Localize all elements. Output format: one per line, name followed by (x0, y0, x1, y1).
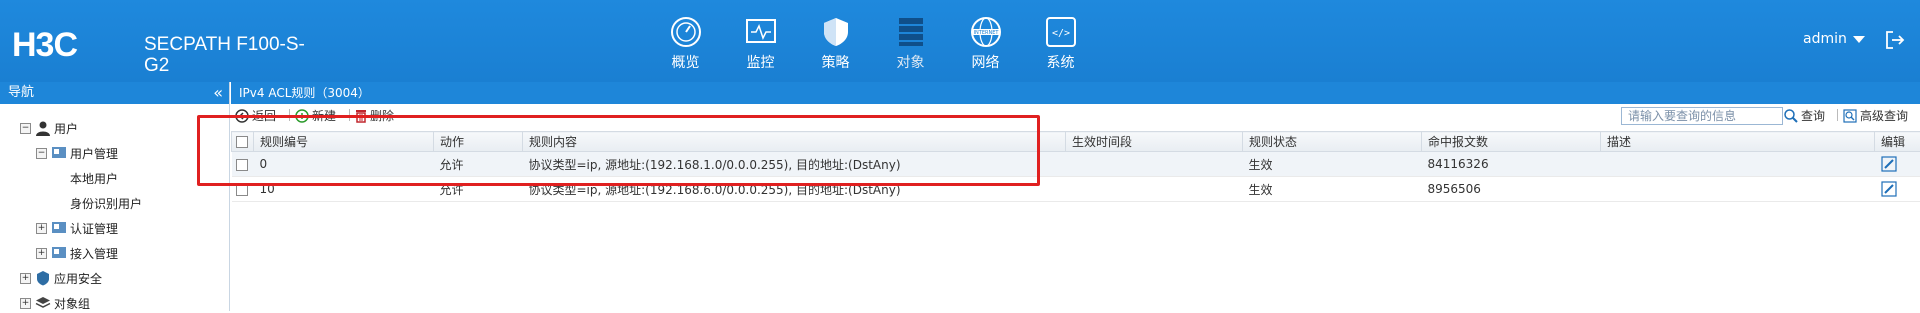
rule-time-range (1066, 152, 1243, 177)
edit-icon[interactable] (1881, 156, 1897, 172)
query-button[interactable]: 查询 (1784, 107, 1825, 124)
product-name: SECPATH F100-S- G2 (144, 34, 305, 76)
user-menu[interactable]: admin (1803, 31, 1865, 47)
expand-toggle-icon[interactable]: + (36, 248, 47, 259)
column-header[interactable]: 描述 (1601, 132, 1875, 152)
toolbar-divider (1837, 109, 1838, 121)
rule-time-range (1066, 177, 1243, 202)
svg-text:</>: </> (1051, 28, 1069, 39)
code-icon: </> (1045, 16, 1077, 48)
nav-monitor[interactable]: 监控 (723, 16, 798, 78)
app-security-icon (35, 270, 51, 286)
dashboard-icon (670, 16, 702, 48)
collapse-toggle-icon[interactable]: − (36, 148, 47, 159)
column-header: 编辑 (1875, 132, 1920, 152)
sidebar-item-local-users[interactable]: 本地用户 (70, 168, 118, 188)
rule-status: 生效 (1243, 152, 1422, 177)
edit-cell (1875, 152, 1920, 177)
rule-hit-count: 8956506 (1422, 177, 1601, 202)
chevron-down-icon (1853, 36, 1865, 43)
advanced-query-button[interactable]: 高级查询 (1843, 107, 1908, 124)
nav-objects[interactable]: 对象 (873, 16, 948, 78)
rule-description (1601, 177, 1875, 202)
objects-icon (895, 16, 927, 48)
svg-text:H3C: H3C (12, 28, 77, 60)
nav-sidebar: 导航 « − 用户 − 用户管理 本地用户 身份识别用户 + 认证管理 + 接入… (0, 82, 230, 311)
column-header[interactable]: 生效时间段 (1066, 132, 1243, 152)
sidebar-header: 导航 « (0, 82, 229, 104)
sidebar-item-users[interactable]: − 用户 (20, 118, 78, 138)
sidebar-item-user-management[interactable]: − 用户管理 (36, 143, 118, 163)
logout-icon[interactable] (1885, 30, 1905, 50)
nav-policy[interactable]: 策略 (798, 16, 873, 78)
user-management-icon (51, 145, 67, 161)
access-icon (51, 245, 67, 261)
nav-overview[interactable]: 概览 (648, 16, 723, 78)
edit-cell (1875, 177, 1920, 202)
nav-system[interactable]: </> 系统 (1023, 16, 1098, 78)
rule-hit-count: 84116326 (1422, 152, 1601, 177)
h3c-logo: H3C (12, 28, 130, 60)
auth-icon (51, 220, 67, 236)
user-icon (35, 120, 51, 136)
sidebar-item-app-security[interactable]: + 应用安全 (20, 268, 102, 288)
highlight-box (197, 115, 1040, 186)
expand-toggle-icon[interactable]: + (20, 298, 31, 309)
shield-icon (820, 16, 852, 48)
edit-icon[interactable] (1881, 181, 1897, 197)
search-icon (1784, 109, 1798, 123)
advanced-search-icon (1843, 109, 1857, 123)
sidebar-item-identity-users[interactable]: 身份识别用户 (70, 193, 142, 213)
sidebar-item-access-management[interactable]: + 接入管理 (36, 243, 118, 263)
column-header[interactable]: 规则状态 (1243, 132, 1422, 152)
collapse-toggle-icon[interactable]: − (20, 123, 31, 134)
rule-status: 生效 (1243, 177, 1422, 202)
top-header: H3C SECPATH F100-S- G2 概览 监控 策略 (0, 0, 1920, 82)
search-input[interactable] (1621, 107, 1783, 125)
rule-description (1601, 152, 1875, 177)
expand-toggle-icon[interactable]: + (20, 273, 31, 284)
page-title: IPv4 ACL规则（3004） (231, 82, 1920, 104)
expand-toggle-icon[interactable]: + (36, 223, 47, 234)
layers-icon (35, 295, 51, 311)
username: admin (1803, 31, 1847, 47)
column-header[interactable]: 命中报文数 (1422, 132, 1601, 152)
svg-text:INTERNET: INTERNET (973, 30, 999, 36)
sidebar-item-object-group[interactable]: + 对象组 (20, 293, 90, 313)
nav-network[interactable]: INTERNET 网络 (948, 16, 1023, 78)
sidebar-item-auth-management[interactable]: + 认证管理 (36, 218, 118, 238)
monitor-icon (745, 16, 777, 48)
internet-globe-icon: INTERNET (970, 16, 1002, 48)
collapse-sidebar-button[interactable]: « (213, 82, 223, 104)
main-nav: 概览 监控 策略 对象 (648, 16, 1098, 78)
